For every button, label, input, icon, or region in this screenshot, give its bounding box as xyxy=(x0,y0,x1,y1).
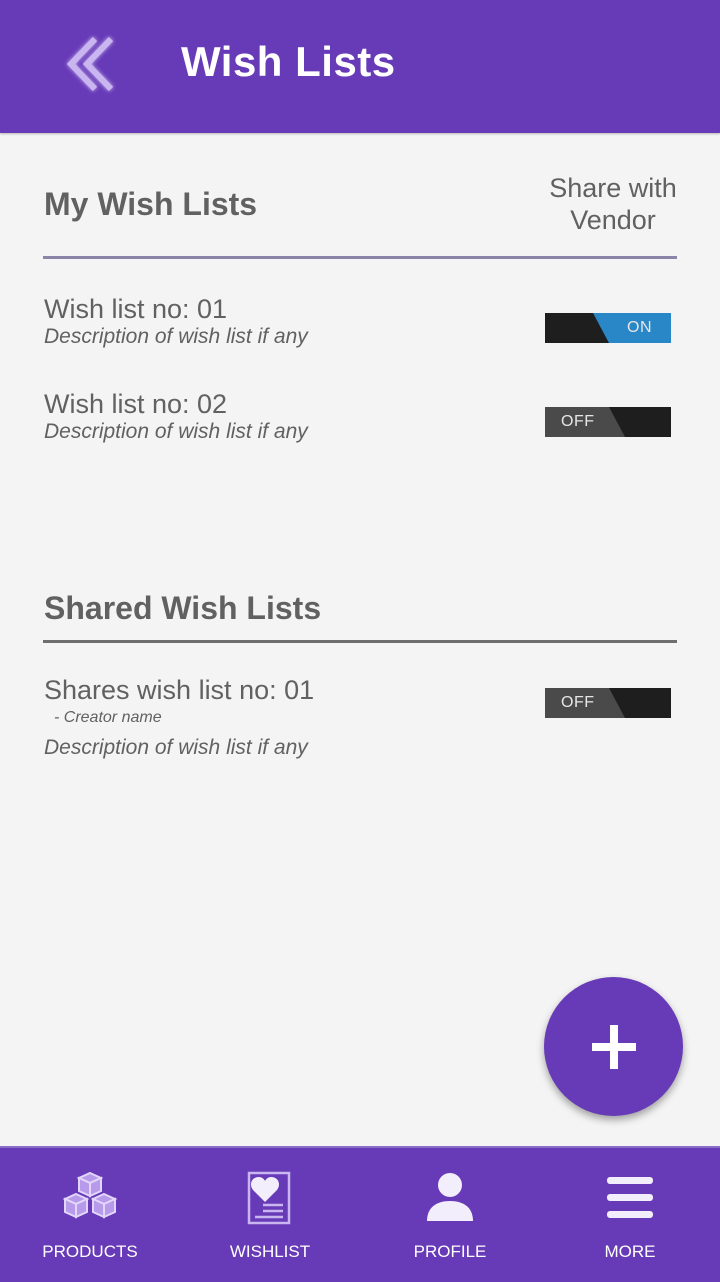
toggle-state-label: OFF xyxy=(561,694,595,711)
bottom-navigation: PRODUCTS WISHLIST PROFILE MORE xyxy=(0,1146,720,1282)
nav-label: PROFILE xyxy=(413,1242,487,1261)
back-button[interactable] xyxy=(56,26,132,102)
section-divider xyxy=(43,256,677,259)
section-divider xyxy=(43,640,677,643)
wish-list-description: Description of wish list if any xyxy=(44,420,308,443)
wish-list-title: Wish list no: 01 xyxy=(44,294,228,324)
nav-wishlist[interactable]: WISHLIST xyxy=(180,1148,360,1282)
share-with-vendor-label: Share with Vendor xyxy=(549,173,677,235)
creator-name: - Creator name xyxy=(54,709,162,726)
wish-list-title: Wish list no: 02 xyxy=(44,389,228,419)
share-toggle-off[interactable]: OFF xyxy=(545,688,671,718)
shared-wish-list-description: Description of wish list if any xyxy=(44,736,308,759)
nav-label: MORE xyxy=(604,1242,656,1261)
double-chevron-left-icon xyxy=(66,36,114,92)
add-wish-list-button[interactable] xyxy=(544,977,683,1116)
plus-icon xyxy=(591,1024,636,1069)
my-wish-lists-heading: My Wish Lists xyxy=(44,186,258,222)
app-header: Wish Lists xyxy=(0,0,720,133)
heart-list-icon xyxy=(240,1168,300,1228)
shared-wish-list-title: Shares wish list no: 01 xyxy=(44,675,315,705)
share-toggle-on[interactable]: ON xyxy=(545,313,671,343)
toggle-state-label: ON xyxy=(627,319,652,336)
page-title: Wish Lists xyxy=(181,38,396,85)
boxes-icon xyxy=(60,1168,120,1228)
shared-wish-lists-heading: Shared Wish Lists xyxy=(44,590,322,626)
share-toggle-off[interactable]: OFF xyxy=(545,407,671,437)
nav-label: WISHLIST xyxy=(229,1242,311,1261)
nav-profile[interactable]: PROFILE xyxy=(360,1148,540,1282)
nav-more[interactable]: MORE xyxy=(540,1148,720,1282)
toggle-state-label: OFF xyxy=(561,413,595,430)
nav-label: PRODUCTS xyxy=(42,1242,138,1261)
wish-list-description: Description of wish list if any xyxy=(44,325,308,348)
nav-products[interactable]: PRODUCTS xyxy=(0,1148,180,1282)
person-icon xyxy=(420,1168,480,1228)
menu-icon xyxy=(600,1168,660,1228)
